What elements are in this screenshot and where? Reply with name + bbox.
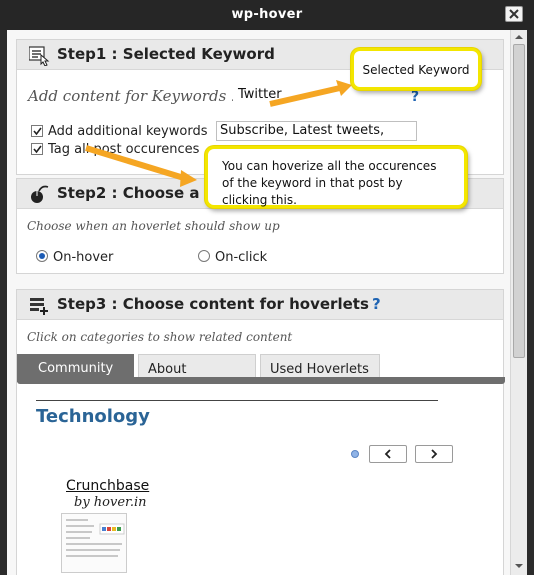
arrow-icon [269, 85, 341, 107]
arrow-icon [85, 145, 185, 181]
dialog-window: wp-hover Step1 : Selected Keyword Add co… [0, 0, 534, 575]
hoverize-callout: You can hoverize all the occurences of t… [205, 146, 467, 208]
selected-keyword-callout: Selected Keyword [351, 48, 481, 90]
arrow-head [180, 170, 197, 187]
